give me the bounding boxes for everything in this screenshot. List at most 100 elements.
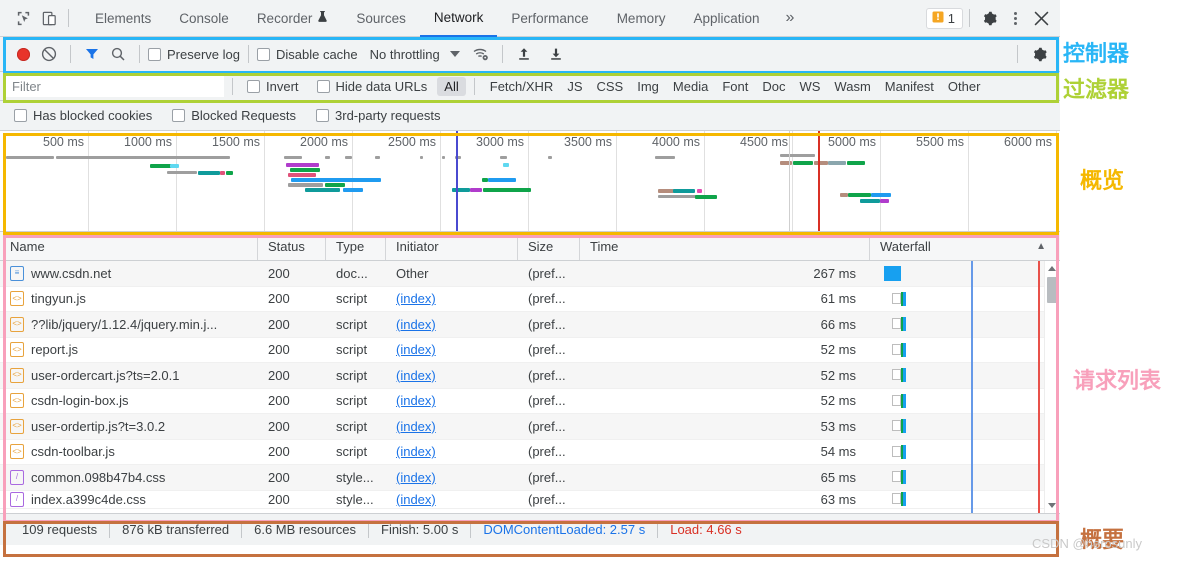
kebab-menu-icon[interactable] (1002, 5, 1028, 31)
table-row[interactable]: <> tingyun.js 200 script (index) (pref..… (0, 287, 1060, 312)
export-har-icon[interactable] (543, 41, 569, 67)
table-row[interactable]: <> csdn-login-box.js 200 script (index) … (0, 389, 1060, 414)
cell-initiator[interactable]: (index) (386, 368, 518, 383)
filter-funnel-icon[interactable] (79, 41, 105, 67)
table-row[interactable]: / common.098b47b4.css 200 style... (inde… (0, 465, 1060, 491)
type-filter-media[interactable]: Media (666, 77, 715, 96)
cell-name[interactable]: / index.a399c4de.css (0, 491, 258, 507)
column-header-name[interactable]: Name (0, 232, 258, 260)
cell-initiator[interactable]: (index) (386, 291, 518, 306)
network-settings-gear-icon[interactable] (1026, 41, 1052, 67)
cell-name[interactable]: <> report.js (0, 342, 258, 358)
cell-name[interactable]: <> csdn-login-box.js (0, 393, 258, 409)
table-row[interactable]: <> csdn-toolbar.js 200 script (index) (p… (0, 440, 1060, 465)
cell-name[interactable]: <> user-ordercart.js?ts=2.0.1 (0, 367, 258, 383)
blocked-requests-checkbox[interactable]: Blocked Requests (172, 108, 296, 123)
initiator-link[interactable]: (index) (396, 368, 436, 383)
tab-performance[interactable]: Performance (497, 0, 602, 37)
cell-name[interactable]: ≡ www.csdn.net (0, 265, 258, 281)
preserve-log-checkbox[interactable]: Preserve log (148, 47, 240, 62)
cell-waterfall (870, 261, 1060, 286)
inspect-cursor-icon[interactable] (10, 5, 36, 31)
type-filter-img[interactable]: Img (630, 77, 666, 96)
clear-icon[interactable] (36, 41, 62, 67)
device-toolbar-icon[interactable] (36, 5, 62, 31)
table-row[interactable]: <> user-ordertip.js?t=3.0.2 200 script (… (0, 414, 1060, 440)
tab-elements[interactable]: Elements (81, 0, 165, 37)
column-header-type[interactable]: Type (326, 232, 386, 260)
cell-initiator[interactable]: (index) (386, 444, 518, 459)
filter-input[interactable] (6, 75, 224, 97)
table-row[interactable]: ≡ www.csdn.net 200 doc... Other (pref...… (0, 261, 1060, 287)
disable-cache-checkbox[interactable]: Disable cache (256, 47, 358, 62)
initiator-link[interactable]: (index) (396, 492, 436, 507)
table-row[interactable]: <> report.js 200 script (index) (pref...… (0, 338, 1060, 363)
close-icon[interactable] (1028, 5, 1054, 31)
issues-warning-button[interactable]: 1 (925, 7, 963, 29)
third-party-requests-checkbox[interactable]: 3rd-party requests (316, 108, 441, 123)
tab-application[interactable]: Application (679, 0, 773, 37)
table-row[interactable]: <> ??lib/jquery/1.12.4/jquery.min.j... 2… (0, 312, 1060, 338)
initiator-link[interactable]: (index) (396, 470, 436, 485)
cell-name[interactable]: <> tingyun.js (0, 291, 258, 307)
import-har-icon[interactable] (511, 41, 537, 67)
type-filter-wasm[interactable]: Wasm (827, 77, 877, 96)
type-filter-doc[interactable]: Doc (755, 77, 792, 96)
type-filter-fetch-xhr[interactable]: Fetch/XHR (483, 77, 561, 96)
requests-table-body[interactable]: ≡ www.csdn.net 200 doc... Other (pref...… (0, 261, 1060, 513)
throttling-select[interactable]: No throttling (370, 47, 460, 62)
tab-recorder[interactable]: Recorder (243, 0, 343, 37)
type-filter-css[interactable]: CSS (590, 77, 631, 96)
cell-initiator[interactable]: (index) (386, 419, 518, 434)
initiator-link[interactable]: (index) (396, 317, 436, 332)
type-filter-manifest[interactable]: Manifest (878, 77, 941, 96)
cell-initiator[interactable]: (index) (386, 317, 518, 332)
type-filter-label: Media (672, 78, 709, 94)
table-row[interactable]: / index.a399c4de.css 200 style... (index… (0, 491, 1060, 509)
cell-name[interactable]: / common.098b47b4.css (0, 469, 258, 485)
table-row[interactable]: <> user-ordercart.js?ts=2.0.1 200 script… (0, 363, 1060, 389)
column-header-size[interactable]: Size (518, 232, 580, 260)
column-header-time[interactable]: Time (580, 232, 870, 260)
initiator-link[interactable]: (index) (396, 419, 436, 434)
has-blocked-cookies-checkbox[interactable]: Has blocked cookies (14, 108, 152, 123)
network-overview-timeline[interactable]: 500 ms 1000 ms 1500 ms 2000 ms 2500 ms 3… (0, 131, 1060, 232)
cell-name[interactable]: <> csdn-toolbar.js (0, 444, 258, 460)
type-filter-other[interactable]: Other (941, 77, 988, 96)
wifi-settings-icon[interactable] (468, 41, 494, 67)
more-tabs-button[interactable]: » (774, 0, 807, 37)
tab-sources[interactable]: Sources (342, 0, 420, 37)
initiator-link[interactable]: (index) (396, 291, 436, 306)
initiator-link[interactable]: (index) (396, 342, 436, 357)
record-button[interactable] (10, 41, 36, 67)
column-header-status[interactable]: Status (258, 232, 326, 260)
column-header-initiator[interactable]: Initiator (386, 232, 518, 260)
cell-initiator[interactable]: (index) (386, 342, 518, 357)
cell-name[interactable]: <> user-ordertip.js?t=3.0.2 (0, 418, 258, 434)
tab-console[interactable]: Console (165, 0, 243, 37)
tab-network[interactable]: Network (419, 0, 498, 37)
tab-memory[interactable]: Memory (603, 0, 680, 37)
cell-waterfall (870, 389, 1060, 414)
type-filter-font[interactable]: Font (715, 77, 755, 96)
initiator-link[interactable]: (index) (396, 444, 436, 459)
cell-name[interactable]: <> ??lib/jquery/1.12.4/jquery.min.j... (0, 316, 258, 332)
controller-divider-4 (501, 45, 503, 63)
gear-icon[interactable] (976, 5, 1002, 31)
initiator-link[interactable]: (index) (396, 393, 436, 408)
cell-initiator[interactable]: (index) (386, 470, 518, 485)
invert-checkbox[interactable]: Invert (247, 79, 299, 94)
cell-initiator[interactable]: (index) (386, 393, 518, 408)
type-filter-ws[interactable]: WS (792, 77, 827, 96)
search-icon[interactable] (105, 41, 131, 67)
type-filter-js[interactable]: JS (560, 77, 589, 96)
type-filter-label: WS (799, 78, 821, 94)
scrollbar-thumb[interactable] (1047, 277, 1058, 303)
scroll-up-arrow[interactable] (1048, 266, 1056, 271)
column-header-waterfall[interactable]: Waterfall ▲ (870, 232, 1060, 260)
cell-initiator[interactable]: (index) (386, 492, 518, 507)
hide-data-urls-checkbox[interactable]: Hide data URLs (316, 79, 427, 94)
scroll-down-arrow[interactable] (1048, 503, 1056, 508)
type-filter-all[interactable]: All (437, 76, 466, 96)
requests-scrollbar[interactable] (1044, 261, 1060, 513)
